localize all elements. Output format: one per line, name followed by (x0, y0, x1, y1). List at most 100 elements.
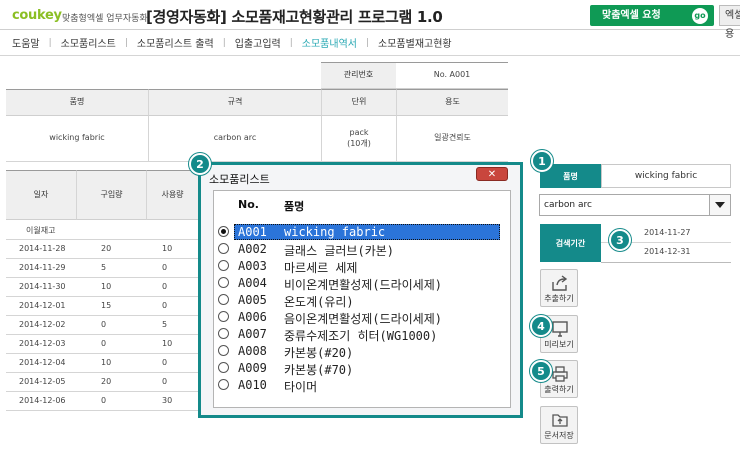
col-header-date: 일자 (6, 170, 76, 220)
used-cell: 0 (162, 358, 168, 367)
radio-button[interactable] (218, 226, 229, 237)
radio-button[interactable] (218, 260, 229, 271)
item-number: A007 (238, 327, 267, 341)
row-divider (6, 410, 198, 411)
item-list-dialog: 소모품리스트 ✕ No. 품명 A001 wicking fabric A002 글래… (198, 162, 523, 418)
date-from-field[interactable]: 2014-11-27 (644, 228, 691, 237)
row-divider (6, 296, 198, 297)
date-cell: 2014-12-06 (19, 396, 66, 405)
purchase-cell: 10 (101, 282, 112, 291)
row-divider (6, 391, 198, 392)
list-item[interactable]: A002 글래스 글러브(카본) (218, 241, 503, 258)
list-item[interactable]: A003 마르세르 세제 (218, 258, 503, 275)
col-header-purchase: 구입량 (76, 170, 146, 220)
used-cell: 0 (162, 301, 168, 310)
row-divider (6, 258, 198, 259)
menu-separator: | (222, 37, 226, 48)
purchase-cell: 5 (101, 263, 107, 272)
purchase-cell: 20 (101, 244, 112, 253)
search-period-label: 검색기간 (540, 224, 601, 262)
item-number: A006 (238, 310, 267, 324)
date-cell: 2014-12-03 (19, 339, 66, 348)
menu-item-0[interactable]: 도움말 (12, 35, 40, 50)
list-item[interactable]: A009 카본봉(#70) (218, 360, 503, 377)
list-item[interactable]: A006 음이온계면활성제(드라이세제) (218, 309, 503, 326)
item-listbox[interactable]: No. 품명 A001 wicking fabric A002 글래스 글러브(카본)… (213, 190, 511, 408)
step-badge-1: 1 (531, 150, 553, 172)
row-divider (6, 353, 198, 354)
list-item[interactable]: A008 카본봉(#20) (218, 343, 503, 360)
list-item[interactable]: A005 온도계(유리) (218, 292, 503, 309)
app-header: coukey 맞춤형엑셀 업무자동화 [경영자동화] 소모품재고현황관리 프로그… (0, 0, 740, 40)
date-cell: 2014-12-01 (19, 301, 66, 310)
used-cell: 5 (162, 320, 168, 329)
item-number: A010 (238, 378, 267, 392)
mgmt-number-value: No. A001 (396, 62, 508, 89)
request-button-label: 맞춤엑셀 요청 (602, 10, 661, 21)
radio-button[interactable] (218, 294, 229, 305)
item-name: wicking fabric (284, 225, 386, 239)
list-item[interactable]: A007 중류수제조기 히터(WG1000) (218, 326, 503, 343)
radio-button[interactable] (218, 345, 229, 356)
used-cell: 0 (162, 282, 168, 291)
item-name: 글래스 글러브(카본) (284, 244, 394, 258)
item-number: A003 (238, 259, 267, 273)
item-name: 음이온계면활성제(드라이세제) (284, 312, 442, 326)
mgmt-number-label: 관리번호 (321, 62, 396, 89)
logo-subtitle: 맞춤형엑셀 업무자동화 (62, 14, 148, 24)
request-custom-excel-button[interactable]: 맞춤엑셀 요청 go (590, 5, 714, 26)
list-item[interactable]: A004 비이온계면활성제(드라이세제) (218, 275, 503, 292)
spec-select[interactable]: carbon arc (539, 194, 731, 216)
step-badge-3: 3 (609, 229, 631, 251)
item-name: 카본봉(#70) (284, 363, 354, 377)
date-cell: 2014-12-05 (19, 377, 66, 386)
col-header-item-name: 품명 (6, 89, 148, 116)
folder-upload-icon (552, 414, 568, 427)
radio-button[interactable] (218, 277, 229, 288)
monitor-icon (552, 321, 568, 337)
purchase-cell: 15 (101, 301, 112, 310)
purchase-cell: 0 (101, 320, 107, 329)
date-cell: 2014-11-30 (19, 282, 66, 291)
printer-icon (552, 366, 568, 382)
item-name-field[interactable]: wicking fabric (601, 164, 731, 188)
list-header-name: 품명 (284, 200, 305, 213)
item-number: A009 (238, 361, 267, 375)
menu-item-3[interactable]: 입출고입력 (235, 35, 281, 50)
list-item[interactable]: A010 타이머 (218, 377, 503, 394)
radio-button[interactable] (218, 243, 229, 254)
radio-button[interactable] (218, 379, 229, 390)
menu-item-2[interactable]: 소모품리스트 출력 (137, 35, 214, 50)
chevron-down-icon[interactable] (709, 195, 730, 215)
item-name: 비이온계면활성제(드라이세제) (284, 278, 442, 292)
menu-item-1[interactable]: 소모품리스트 (61, 35, 116, 50)
col-header-used: 사용량 (146, 170, 198, 220)
menu-separator: | (124, 37, 128, 48)
item-number: A008 (238, 344, 267, 358)
app-title: [경영자동화] 소모품재고현황관리 프로그램 1.0 (146, 8, 443, 26)
item-name: 온도계(유리) (284, 295, 354, 309)
excel-usage-button[interactable]: 엑셀사용 (719, 5, 740, 40)
col-header-usage: 용도 (396, 89, 508, 116)
item-number: A004 (238, 276, 267, 290)
radio-button[interactable] (218, 362, 229, 373)
purchase-cell: 20 (101, 377, 112, 386)
menu-separator: | (48, 37, 52, 48)
extract-button[interactable]: 추출하기 (540, 269, 578, 307)
row-divider (6, 334, 198, 335)
radio-dot-icon (221, 229, 226, 234)
list-item[interactable]: A001 wicking fabric (218, 224, 503, 241)
date-to-field[interactable]: 2014-12-31 (644, 247, 691, 256)
menu-item-5[interactable]: 소모품별재고현황 (378, 35, 452, 50)
radio-button[interactable] (218, 311, 229, 322)
used-cell: 10 (162, 244, 173, 253)
menu-item-4[interactable]: 소모품내역서 (302, 35, 357, 50)
print-button-label: 출력하기 (544, 385, 574, 394)
col-header-spec: 규격 (148, 89, 321, 116)
save-document-button[interactable]: 문서저장 (540, 406, 578, 444)
row-divider (6, 277, 198, 278)
radio-button[interactable] (218, 328, 229, 339)
close-icon[interactable]: ✕ (476, 167, 508, 181)
unit-value: pack (10개) (321, 116, 396, 161)
spec-value: carbon arc (148, 116, 321, 161)
